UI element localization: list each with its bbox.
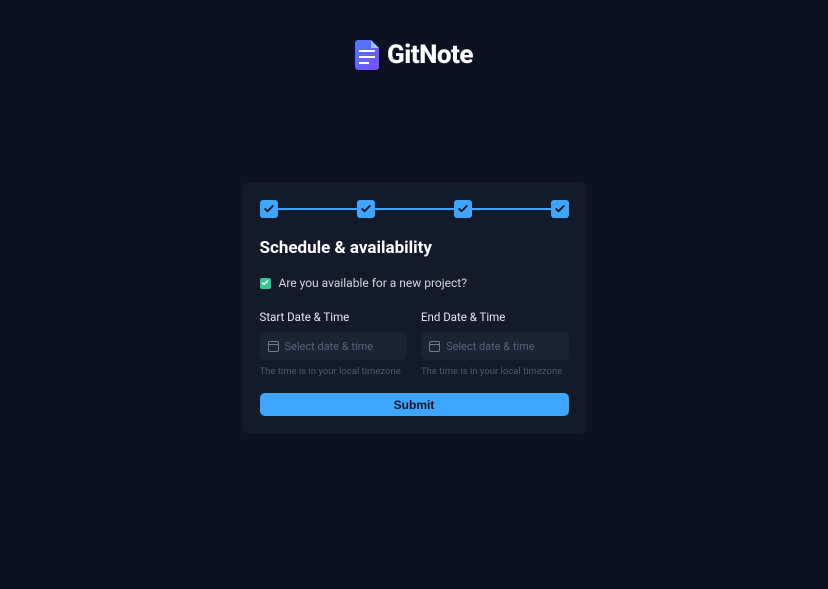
progress-stepper <box>260 200 569 218</box>
check-icon <box>457 203 469 215</box>
schedule-card: Schedule & availability Are you availabl… <box>242 182 587 434</box>
submit-button[interactable]: Submit <box>260 393 569 416</box>
end-hint: The time is in your local timezone <box>421 366 569 377</box>
availability-label: Are you available for a new project? <box>279 276 467 290</box>
check-icon <box>261 279 269 287</box>
end-datetime-field: End Date & Time Select date & time The t… <box>421 310 569 377</box>
check-icon <box>554 203 566 215</box>
end-placeholder: Select date & time <box>446 340 535 353</box>
calendar-icon <box>429 341 440 352</box>
step-node-3 <box>454 200 472 218</box>
end-datetime-input[interactable]: Select date & time <box>421 332 569 360</box>
step-node-4 <box>551 200 569 218</box>
step-node-1 <box>260 200 278 218</box>
check-icon <box>263 203 275 215</box>
step-node-2 <box>357 200 375 218</box>
end-label: End Date & Time <box>421 310 569 324</box>
check-icon <box>360 203 372 215</box>
start-label: Start Date & Time <box>260 310 408 324</box>
start-placeholder: Select date & time <box>285 340 374 353</box>
logo-icon <box>355 40 379 70</box>
calendar-icon <box>268 341 279 352</box>
brand-logo: GitNote <box>355 40 473 70</box>
availability-row[interactable]: Are you available for a new project? <box>260 276 569 290</box>
availability-checkbox[interactable] <box>260 278 271 289</box>
form-title: Schedule & availability <box>260 238 569 258</box>
start-hint: The time is in your local timezone <box>260 366 408 377</box>
start-datetime-field: Start Date & Time Select date & time The… <box>260 310 408 377</box>
start-datetime-input[interactable]: Select date & time <box>260 332 408 360</box>
brand-name: GitNote <box>387 40 473 70</box>
